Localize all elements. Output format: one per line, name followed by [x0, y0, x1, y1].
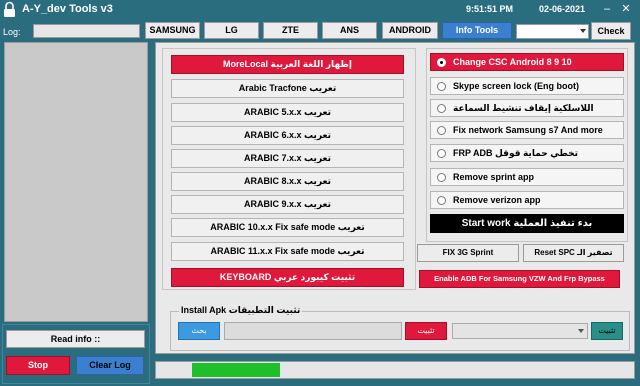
chevron-down-icon: [580, 29, 586, 33]
arabic-6-button[interactable]: ARABIC 6.x.x تعريب: [171, 126, 404, 145]
log-input[interactable]: [33, 24, 140, 38]
clear-log-button[interactable]: Clear Log: [76, 356, 144, 375]
chevron-down-icon: [578, 329, 584, 333]
option-skype-lock[interactable]: Skype screen lock (Eng boot): [430, 77, 624, 95]
check-button[interactable]: Check: [591, 22, 631, 40]
option-remove-verizon[interactable]: Remove verizon app: [430, 191, 624, 209]
option-label: Remove sprint app: [453, 172, 535, 182]
arabic-5-button[interactable]: ARABIC 5.x.x تعريب: [171, 103, 404, 122]
lock-icon: [4, 1, 15, 17]
keyboard-button[interactable]: KEYBOARD تثبيت كيبورد عربي: [171, 268, 404, 287]
apk-path-input[interactable]: [224, 322, 402, 340]
apk-select[interactable]: [452, 323, 588, 339]
radio-icon: [437, 58, 446, 67]
fix-3g-sprint-button[interactable]: FIX 3G Sprint: [417, 244, 519, 262]
tab-zte[interactable]: ZTE: [263, 22, 318, 39]
apk-install-selected-button[interactable]: تثبيت: [591, 322, 623, 340]
reset-spc-label-ar: تصفير الـ: [577, 248, 613, 257]
app-title: A-Y_dev Tools v3: [22, 3, 113, 15]
progress-fill: [192, 363, 280, 377]
arabic-10-button[interactable]: ARABIC 10.x.x Fix safe mode تعريب: [171, 218, 404, 237]
stop-button[interactable]: Stop: [6, 356, 70, 375]
close-button[interactable]: ✕: [620, 3, 632, 15]
enable-adb-button[interactable]: Enable ADB For Samsung VZW And Frp Bypas…: [419, 270, 620, 288]
apk-search-button[interactable]: بحث: [178, 322, 220, 340]
option-wireless-speaker[interactable]: اللاسلكية إيقاف تنشيط السماعة: [430, 99, 624, 117]
minimize-button[interactable]: –: [601, 3, 613, 15]
tab-samsung[interactable]: SAMSUNG: [145, 22, 200, 39]
apk-install-button[interactable]: تثبيت: [405, 322, 447, 340]
reset-spc-button[interactable]: Reset SPC تصفير الـ: [523, 244, 624, 262]
option-remove-sprint[interactable]: Remove sprint app: [430, 168, 624, 186]
radio-icon: [437, 196, 446, 205]
tab-lg[interactable]: LG: [204, 22, 259, 39]
radio-icon: [437, 149, 446, 158]
option-label: اللاسلكية إيقاف تنشيط السماعة: [453, 103, 594, 113]
option-change-csc[interactable]: Change CSC Android 8 9 10: [430, 53, 624, 71]
option-label: Remove verizon app: [453, 195, 541, 205]
tab-info-tools[interactable]: Info Tools: [442, 22, 512, 39]
title-bar: A-Y_dev Tools v3 9:51:51 PM 02-06-2021 –…: [0, 0, 640, 20]
arabic-9-button[interactable]: ARABIC 9.x.x تعريب: [171, 195, 404, 214]
option-fix-network[interactable]: Fix network Samsung s7 And more: [430, 121, 624, 139]
radio-icon: [437, 173, 446, 182]
tab-ans[interactable]: ANS: [322, 22, 377, 39]
reset-spc-label: Reset SPC: [534, 248, 575, 257]
morelocal-button[interactable]: MoreLocal إظهار اللغة العربية: [171, 55, 404, 74]
start-work-button[interactable]: Start work بدء تنفيذ العملية: [430, 214, 624, 233]
clock: 9:51:51 PM: [466, 4, 514, 14]
log-label: Log:: [3, 27, 21, 37]
read-info-button[interactable]: Read info ::: [6, 330, 145, 348]
install-apk-legend: Install Apk تثبيت التطبيقات: [179, 305, 303, 316]
radio-icon: [437, 104, 446, 113]
option-label: Fix network Samsung s7 And more: [453, 125, 603, 135]
device-select[interactable]: [516, 24, 589, 39]
arabic-11-button[interactable]: ARABIC 11.x.x Fix safe mode تعريب: [171, 242, 404, 261]
option-frp-adb[interactable]: FRP ADB تخطي حماية قوقل: [430, 144, 624, 162]
date: 02-06-2021: [539, 4, 586, 14]
arabic-8-button[interactable]: ARABIC 8.x.x تعريب: [171, 172, 404, 191]
option-label: Change CSC Android 8 9 10: [453, 57, 572, 67]
tab-android[interactable]: ANDROID: [382, 22, 438, 39]
radio-icon: [437, 82, 446, 91]
main-window: A-Y_dev Tools v3 9:51:51 PM 02-06-2021 –…: [0, 0, 640, 386]
progress-bar: [155, 361, 635, 379]
log-output[interactable]: [4, 42, 148, 322]
option-label: FRP ADB تخطي حماية قوقل: [453, 148, 578, 158]
arabic-tracfone-button[interactable]: Arabic Tracfone تعريب: [171, 79, 404, 98]
radio-icon: [437, 126, 446, 135]
arabic-7-button[interactable]: ARABIC 7.x.x تعريب: [171, 149, 404, 168]
option-label: Skype screen lock (Eng boot): [453, 81, 580, 91]
